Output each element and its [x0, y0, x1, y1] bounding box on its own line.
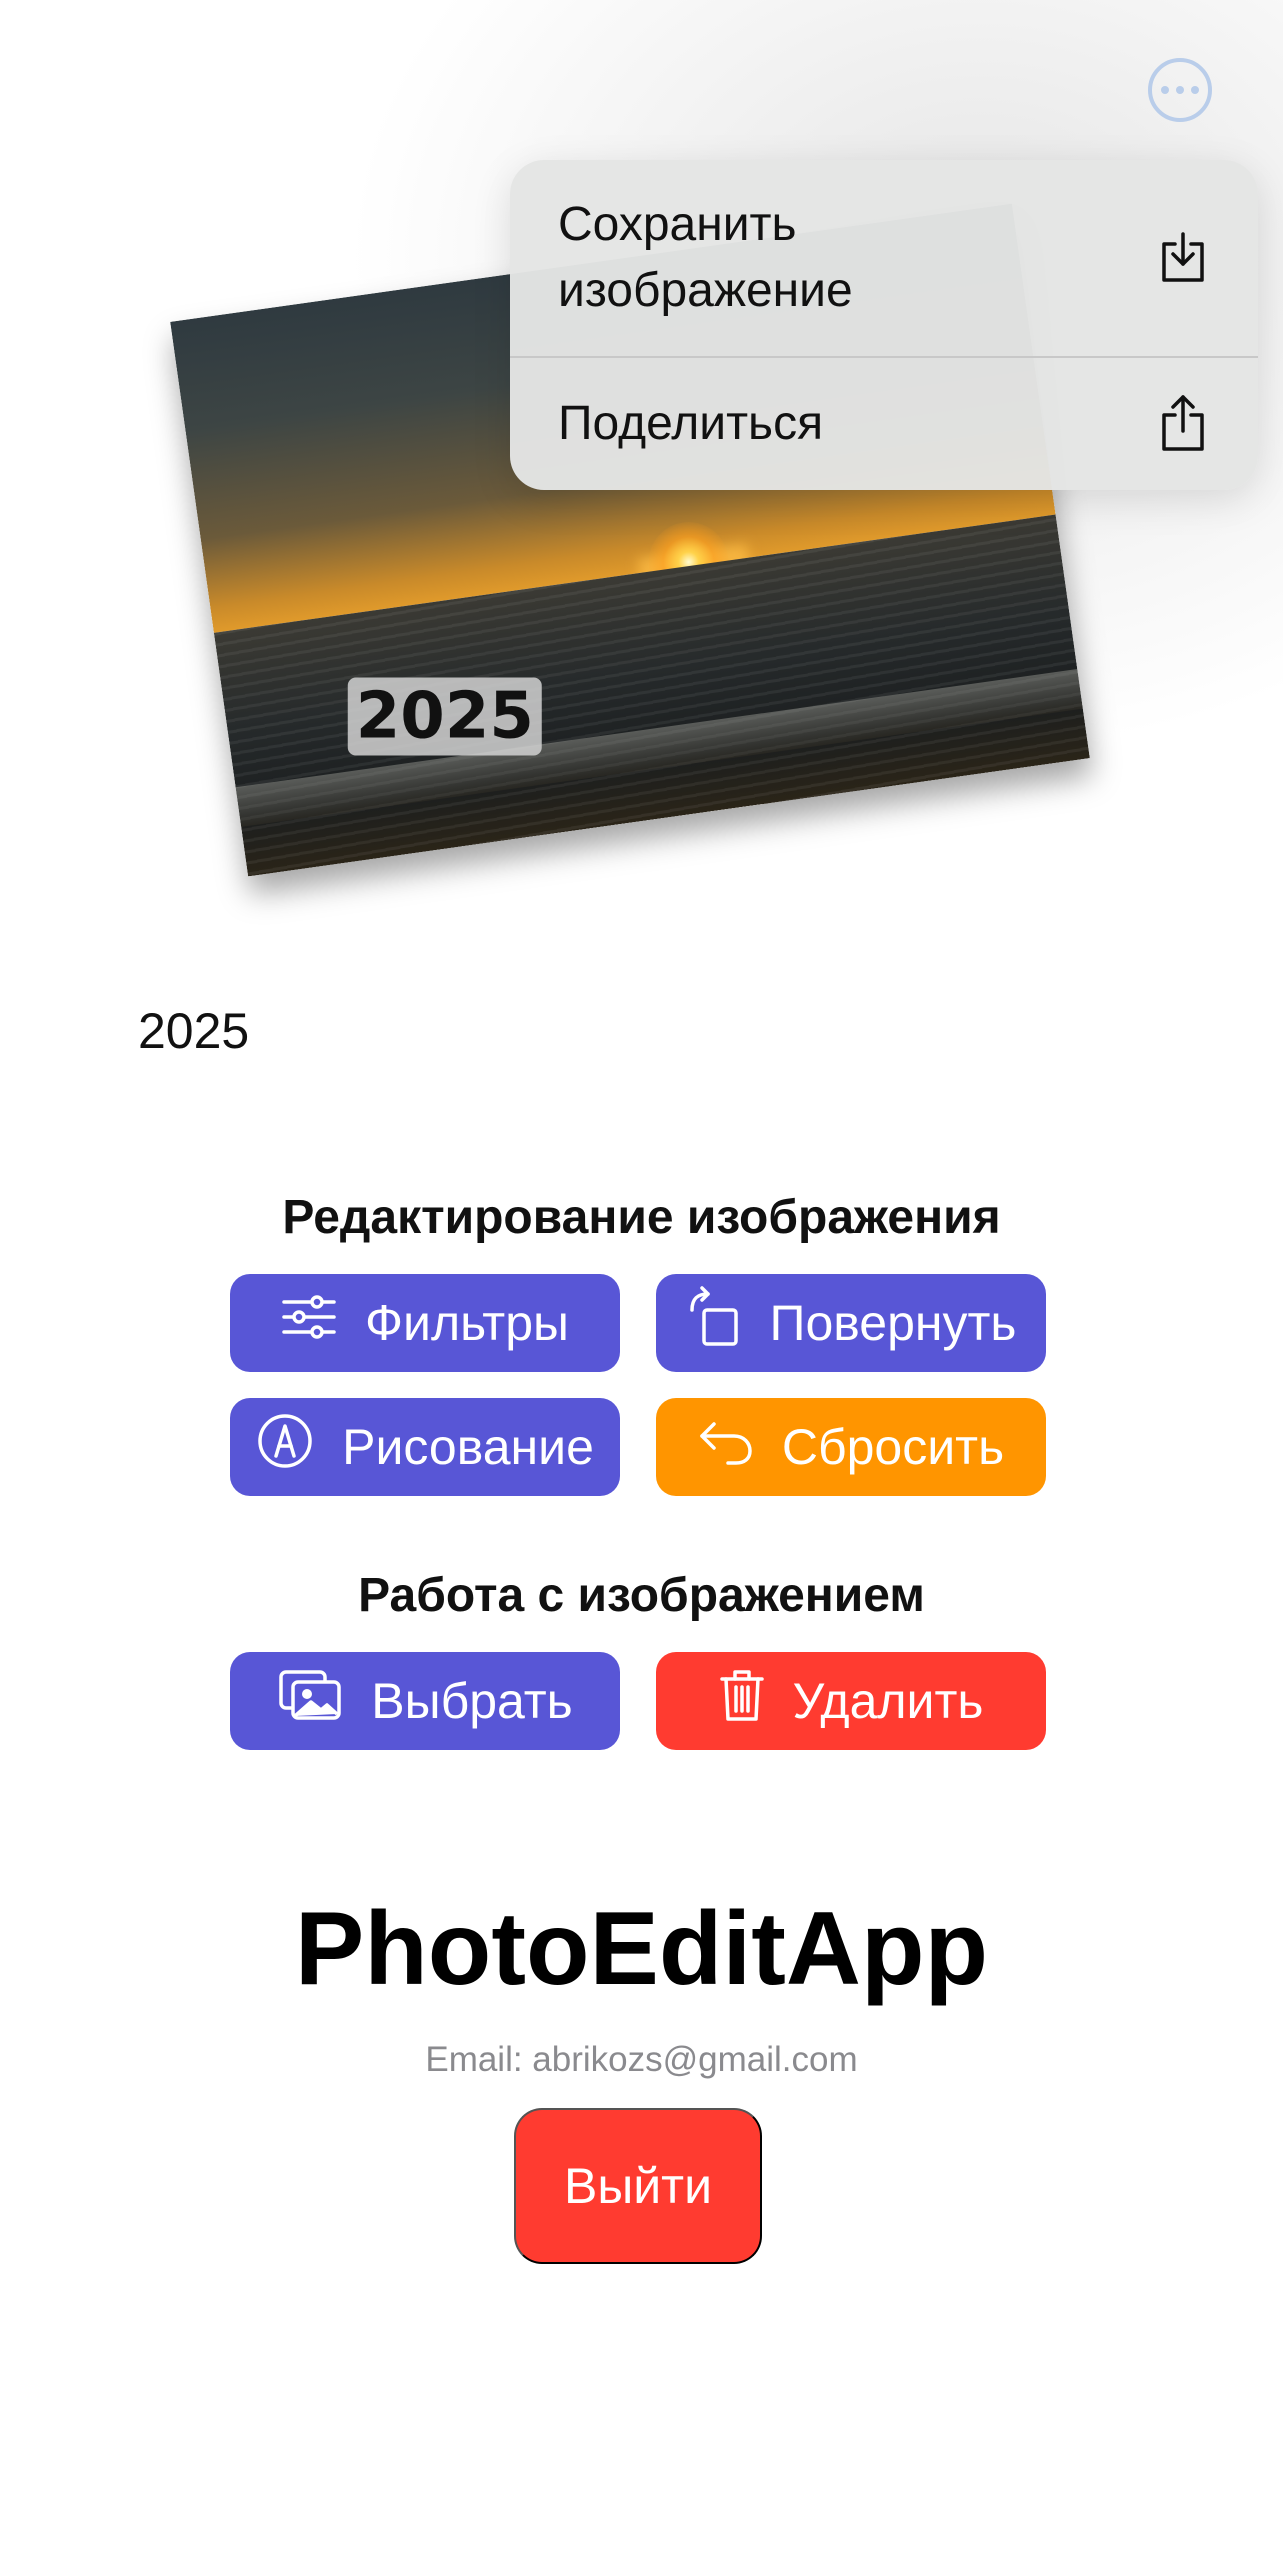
delete-image-button-label: Удалить — [792, 1673, 984, 1729]
edit-section-title: Редактирование изображения — [282, 1191, 1001, 1244]
reset-button-label: Сбросить — [781, 1419, 1005, 1475]
menu-item-label: Сохранить изображение — [558, 198, 853, 317]
save-download-icon — [1158, 226, 1208, 291]
choose-image-button-label: Выбрать — [371, 1673, 573, 1729]
share-icon — [1158, 391, 1208, 458]
logout-button-label: Выйти — [563, 2158, 713, 2214]
photo-text-overlay: 2025 — [347, 677, 542, 756]
reset-button[interactable]: Сбросить — [656, 1398, 1046, 1496]
photo-stack-icon — [277, 1668, 343, 1734]
image-section-title: Работа с изображением — [358, 1569, 925, 1622]
photo-caption: 2025 — [138, 1003, 250, 1059]
ellipsis-icon — [1161, 86, 1169, 94]
rotate-icon — [686, 1286, 742, 1360]
rotate-button-label: Повернуть — [769, 1295, 1017, 1351]
user-email: Email: abrikozs@gmail.com — [425, 2040, 858, 2079]
menu-item-save-image[interactable]: Сохранить изображение — [510, 160, 1258, 358]
choose-image-button[interactable]: Выбрать — [230, 1652, 620, 1750]
rotate-button[interactable]: Повернуть — [656, 1274, 1046, 1372]
trash-icon — [719, 1667, 765, 1735]
drawing-button[interactable]: Рисование — [230, 1398, 620, 1496]
undo-icon — [698, 1416, 754, 1478]
menu-item-share[interactable]: Поделиться — [510, 358, 1258, 490]
sliders-icon — [281, 1294, 337, 1352]
filters-button-label: Фильтры — [365, 1295, 569, 1351]
logout-button[interactable]: Выйти — [514, 2108, 762, 2264]
context-menu: Сохранить изображение Поделиться — [510, 160, 1258, 490]
delete-image-button[interactable]: Удалить — [656, 1652, 1046, 1750]
menu-item-label: Поделиться — [558, 397, 824, 450]
filters-button[interactable]: Фильтры — [230, 1274, 620, 1372]
app-name-heading: PhotoEditApp — [294, 1891, 989, 2007]
pencil-circle-icon — [256, 1412, 314, 1482]
more-options-button[interactable] — [1148, 58, 1212, 122]
drawing-button-label: Рисование — [342, 1419, 594, 1475]
